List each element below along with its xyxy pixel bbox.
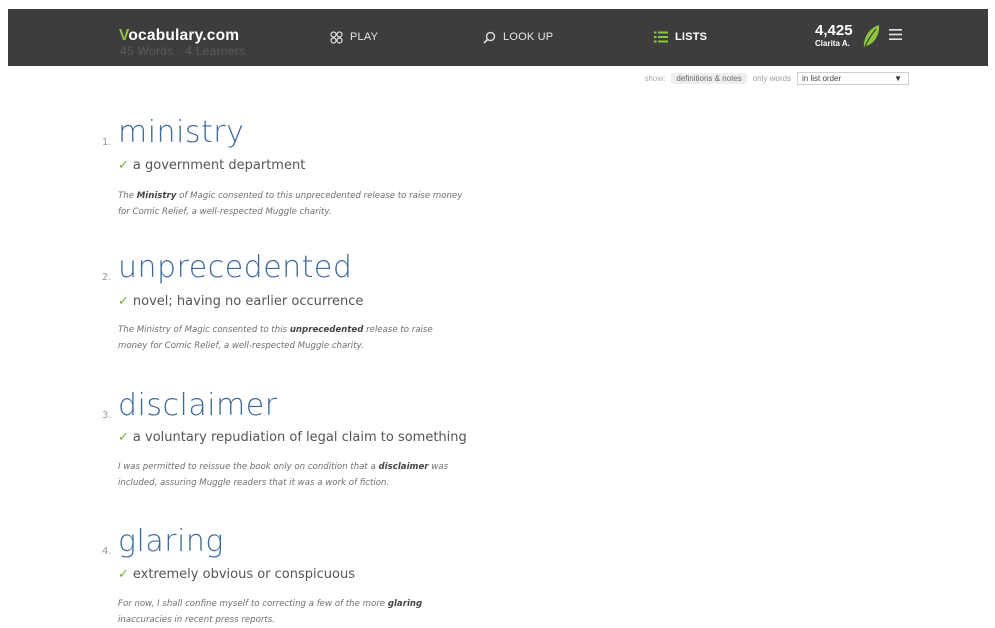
show-label: show: <box>644 73 666 83</box>
leaf-icon <box>863 25 880 50</box>
example-highlight: Ministry <box>136 191 177 201</box>
entry-word[interactable]: unprecedented <box>118 253 352 283</box>
nav-lists-label: LISTS <box>675 31 708 43</box>
entry-example: The Ministry of Magic consented to this … <box>118 322 463 354</box>
definition-text: extremely obvious or conspicuous <box>132 567 355 582</box>
entry-word[interactable]: glaring <box>118 527 224 557</box>
only-words-toggle[interactable]: only words <box>753 74 791 83</box>
check-icon: ✓ <box>118 430 129 445</box>
check-icon: ✓ <box>118 294 129 309</box>
user-name: Clarita A. <box>815 39 850 48</box>
dropdown-caret-icon: ▼ <box>894 73 902 83</box>
nav-look-up-label: LOOK UP <box>503 31 554 43</box>
brand-check-v: V <box>119 27 129 44</box>
definition-text: a voluntary repudiation of legal claim t… <box>132 430 467 445</box>
example-text: The Ministry of Magic consented to this <box>118 325 290 335</box>
definitions-notes-toggle[interactable]: definitions & notes <box>671 72 747 84</box>
entry-example: I was permitted to reissue the book only… <box>118 459 463 491</box>
nav-lists[interactable]: LISTS <box>654 29 707 45</box>
entry-definition: ✓ a government department <box>118 159 305 172</box>
entry-example: The Ministry of Magic consented to this … <box>118 188 463 220</box>
nav-play[interactable]: PLAY <box>330 29 378 45</box>
check-icon: ✓ <box>118 567 129 582</box>
play-icon <box>330 30 343 44</box>
brand-logo[interactable]: Vocabulary.com <box>119 27 239 45</box>
search-icon <box>483 31 496 44</box>
entry-definition: ✓ a voluntary repudiation of legal claim … <box>118 431 467 444</box>
entry-number: 2. <box>102 272 112 283</box>
points-value: 4,425 <box>815 22 853 39</box>
entry-definition: ✓ novel; having no earlier occurrence <box>118 295 363 308</box>
definition-text: novel; having no earlier occurrence <box>132 294 364 309</box>
example-text: I was permitted to reissue the book only… <box>118 462 379 472</box>
entry-definition: ✓ extremely obvious or conspicuous <box>118 568 355 581</box>
list-meta-ghost: 45 Words · 4 Learners <box>120 44 246 58</box>
example-highlight: glaring <box>387 599 423 609</box>
definition-text: a government department <box>132 158 306 173</box>
sort-order-select[interactable]: in list order ▼ <box>797 71 909 85</box>
entry-word[interactable]: disclaimer <box>118 391 278 421</box>
nav-look-up[interactable]: LOOK UP <box>483 29 553 45</box>
example-text: The <box>118 191 137 201</box>
example-text: For now, I shall confine myself to corre… <box>118 599 388 609</box>
example-highlight: unprecedented <box>289 325 364 335</box>
entry-number: 4. <box>102 546 112 557</box>
brand-name: ocabulary.com <box>128 27 240 44</box>
entry-number: 1. <box>102 137 112 148</box>
check-icon: ✓ <box>118 158 129 173</box>
sort-order-value: in list order <box>802 73 842 83</box>
nav-play-label: PLAY <box>350 31 379 43</box>
entry-example: For now, I shall confine myself to corre… <box>118 596 463 628</box>
points-display[interactable]: 4,425 Clarita A. <box>815 23 865 48</box>
list-icon <box>654 31 668 43</box>
entry-number: 3. <box>102 410 112 421</box>
example-text: inaccuracies in recent press reports. <box>118 615 275 625</box>
entry-word[interactable]: ministry <box>118 118 244 148</box>
example-highlight: disclaimer <box>378 462 429 472</box>
view-controls: show: definitions & notes only words in … <box>644 71 909 85</box>
menu-icon[interactable] <box>889 29 902 40</box>
